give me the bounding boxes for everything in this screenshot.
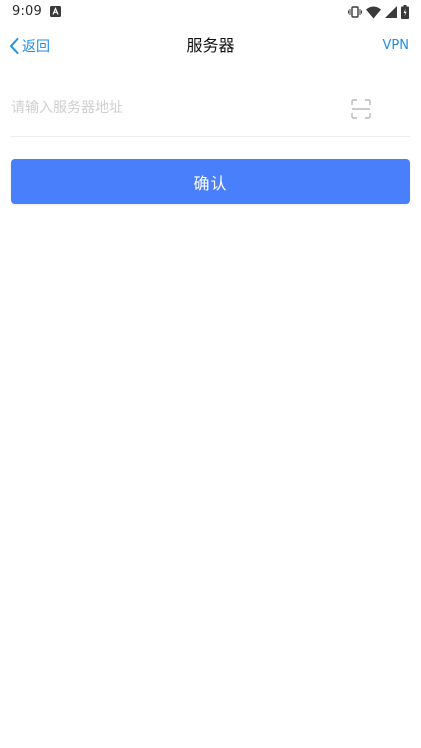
server-address-row — [11, 80, 410, 137]
navigation-bar: 返回 服务器 VPN — [0, 24, 421, 68]
cellular-signal-icon — [385, 6, 397, 18]
battery-icon — [401, 5, 409, 19]
chevron-left-icon — [10, 38, 19, 54]
back-button-label: 返回 — [22, 39, 50, 55]
status-time: 9:09 — [12, 4, 42, 19]
scan-qr-icon[interactable] — [351, 99, 371, 119]
vibrate-icon — [348, 6, 362, 18]
page-title: 服务器 — [186, 36, 235, 55]
server-address-input[interactable] — [11, 94, 331, 122]
wifi-icon — [366, 6, 381, 18]
server-settings-screen: 9:09 返回 服务器 VPN 请输入服务器地址 确认 — [0, 0, 421, 748]
a-letter-icon — [50, 6, 61, 17]
back-button[interactable]: 返回 — [8, 34, 50, 58]
status-icons — [348, 4, 409, 20]
vpn-button[interactable]: VPN — [383, 34, 409, 58]
confirm-button[interactable]: 确认 — [11, 159, 410, 204]
status-bar: 9:09 — [0, 0, 421, 24]
